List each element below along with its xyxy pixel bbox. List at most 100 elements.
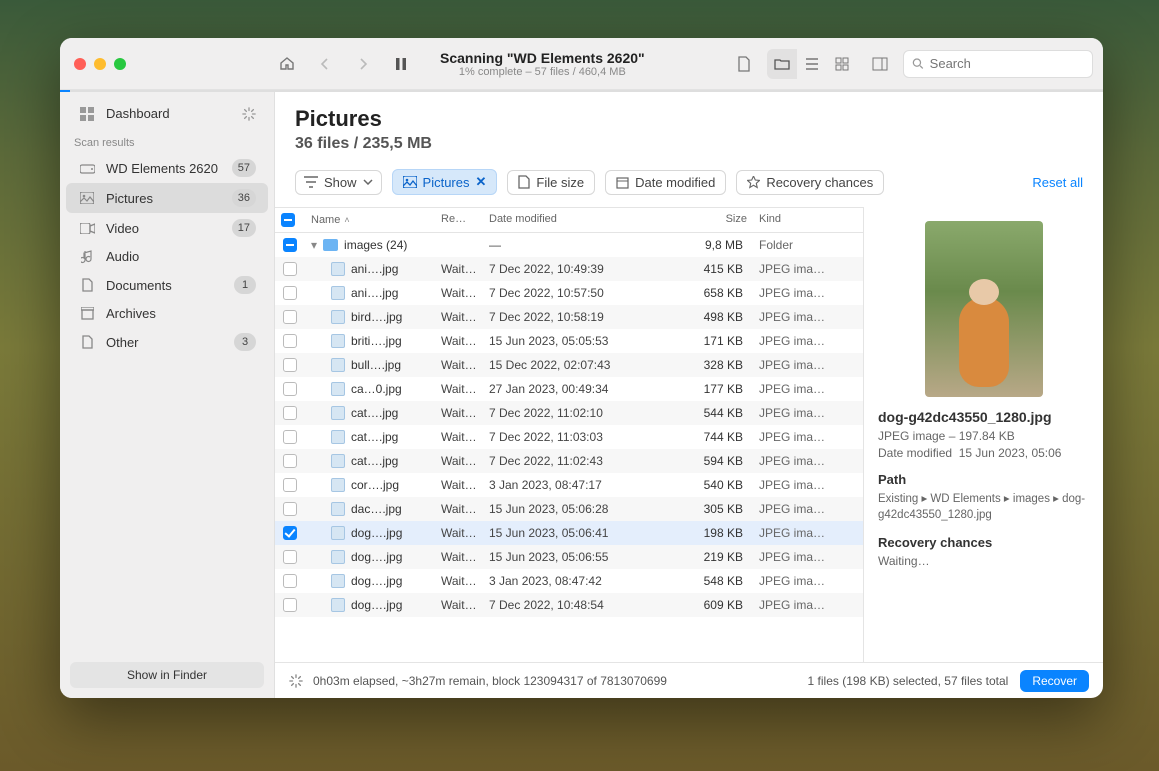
row-checkbox[interactable] — [283, 262, 297, 276]
picture-icon — [78, 192, 96, 204]
table-row[interactable]: ani….jpgWaiti…7 Dec 2022, 10:49:39415 KB… — [275, 257, 863, 281]
sidebar-item-video[interactable]: Video17 — [66, 213, 268, 243]
sidebar-item-documents[interactable]: Documents1 — [66, 270, 268, 300]
folder-icon — [323, 239, 338, 251]
table-row[interactable]: dog….jpgWaiti…7 Dec 2022, 10:48:54609 KB… — [275, 593, 863, 617]
disclosure-icon[interactable]: ▾ — [311, 238, 317, 252]
row-date: 15 Jun 2023, 05:05:53 — [483, 334, 643, 348]
search-input[interactable] — [930, 56, 1084, 71]
show-menu[interactable]: Show — [295, 170, 382, 195]
window-controls — [74, 58, 126, 70]
row-checkbox[interactable] — [283, 430, 297, 444]
sidebar-item-other[interactable]: Other3 — [66, 327, 268, 357]
select-all-checkbox[interactable] — [281, 213, 295, 227]
col-name[interactable]: Name ˄ — [305, 213, 435, 227]
row-checkbox[interactable] — [283, 406, 297, 420]
table-row[interactable]: ani….jpgWaiti…7 Dec 2022, 10:57:50658 KB… — [275, 281, 863, 305]
row-name: dog….jpg — [351, 526, 402, 540]
row-status: Waiti… — [435, 478, 483, 492]
col-check[interactable] — [275, 213, 305, 227]
row-date: 15 Jun 2023, 05:06:41 — [483, 526, 643, 540]
search-field[interactable] — [903, 50, 1093, 78]
sidebar: Dashboard Scan results WD Elements 26205… — [60, 92, 275, 698]
table-row[interactable]: bull….jpgWaiti…15 Dec 2022, 02:07:43328 … — [275, 353, 863, 377]
view-folders-button[interactable] — [767, 49, 797, 79]
col-date[interactable]: Date modified — [483, 213, 643, 227]
table-row[interactable]: cor….jpgWaiti…3 Jan 2023, 08:47:17540 KB… — [275, 473, 863, 497]
sidebar-item-pictures[interactable]: Pictures36 — [66, 183, 268, 213]
table-row[interactable]: cat….jpgWaiti…7 Dec 2022, 11:03:03744 KB… — [275, 425, 863, 449]
chip-pictures[interactable]: Pictures ✕ — [392, 169, 498, 195]
table-row[interactable]: bird….jpgWaiti…7 Dec 2022, 10:58:19498 K… — [275, 305, 863, 329]
row-checkbox[interactable] — [283, 574, 297, 588]
row-checkbox[interactable] — [283, 334, 297, 348]
table-row[interactable]: cat….jpgWaiti…7 Dec 2022, 11:02:43594 KB… — [275, 449, 863, 473]
sidebar-item-audio[interactable]: Audio — [66, 243, 268, 270]
col-size[interactable]: Size — [643, 213, 753, 227]
recover-button[interactable]: Recover — [1020, 670, 1089, 692]
toggle-sidebar-button[interactable] — [865, 49, 895, 79]
pause-button[interactable] — [386, 49, 416, 79]
table-row[interactable]: ca…0.jpgWaiti…27 Jan 2023, 00:49:34177 K… — [275, 377, 863, 401]
row-checkbox[interactable] — [283, 550, 297, 564]
home-button[interactable] — [272, 49, 302, 79]
sidebar-item-label: Other — [106, 335, 224, 350]
filter-icon — [304, 176, 318, 188]
reset-filters[interactable]: Reset all — [1032, 175, 1083, 190]
sidebar-item-wd-elements-2620[interactable]: WD Elements 262057 — [66, 153, 268, 183]
row-size: 544 KB — [643, 406, 753, 420]
row-status: Waiti… — [435, 574, 483, 588]
row-name: ani….jpg — [351, 262, 398, 276]
folder-row[interactable]: ▾images (24)—9,8 MBFolder — [275, 233, 863, 257]
file-icon — [331, 478, 345, 492]
table-row[interactable]: dog….jpgWaiti…3 Jan 2023, 08:47:42548 KB… — [275, 569, 863, 593]
chip-pictures-remove[interactable]: ✕ — [476, 174, 487, 190]
forward-button[interactable] — [348, 49, 378, 79]
row-checkbox[interactable] — [283, 238, 297, 252]
row-name: briti….jpg — [351, 334, 402, 348]
view-list-button[interactable] — [797, 49, 827, 79]
view-grid-button[interactable] — [827, 49, 857, 79]
row-checkbox[interactable] — [283, 286, 297, 300]
chip-file-size[interactable]: File size — [507, 170, 595, 195]
sidebar-item-label: Pictures — [106, 191, 222, 206]
row-checkbox[interactable] — [283, 382, 297, 396]
col-kind[interactable]: Kind — [753, 213, 843, 227]
row-status: Waiti… — [435, 598, 483, 612]
app-window: Scanning "WD Elements 2620" 1% complete … — [60, 38, 1103, 698]
row-checkbox[interactable] — [283, 358, 297, 372]
row-date: 7 Dec 2022, 11:03:03 — [483, 430, 643, 444]
details-path-label: Path — [878, 472, 1089, 487]
row-checkbox[interactable] — [283, 502, 297, 516]
sidebar-dashboard[interactable]: Dashboard — [66, 100, 268, 127]
row-checkbox[interactable] — [283, 310, 297, 324]
row-size: 198 KB — [643, 526, 753, 540]
row-size: 548 KB — [643, 574, 753, 588]
row-checkbox[interactable] — [283, 478, 297, 492]
main-pane: Pictures 36 files / 235,5 MB Show Pictur… — [275, 92, 1103, 698]
show-in-finder-button[interactable]: Show in Finder — [70, 662, 264, 688]
minimize-button[interactable] — [94, 58, 106, 70]
sidebar-item-archives[interactable]: Archives — [66, 300, 268, 327]
row-checkbox[interactable] — [283, 598, 297, 612]
back-button[interactable] — [310, 49, 340, 79]
table-row[interactable]: dog….jpgWaiti…15 Jun 2023, 05:06:55219 K… — [275, 545, 863, 569]
table-row[interactable]: dog….jpgWaiti…15 Jun 2023, 05:06:41198 K… — [275, 521, 863, 545]
row-checkbox[interactable] — [283, 454, 297, 468]
chip-recovery[interactable]: Recovery chances — [736, 170, 884, 195]
row-name: cat….jpg — [351, 406, 398, 420]
table-row[interactable]: cat….jpgWaiti…7 Dec 2022, 11:02:10544 KB… — [275, 401, 863, 425]
row-date: 7 Dec 2022, 10:58:19 — [483, 310, 643, 324]
table-row[interactable]: briti….jpgWaiti…15 Jun 2023, 05:05:53171… — [275, 329, 863, 353]
table-row[interactable]: dac….jpgWaiti…15 Jun 2023, 05:06:28305 K… — [275, 497, 863, 521]
maximize-button[interactable] — [114, 58, 126, 70]
col-recovery[interactable]: Re…es — [435, 213, 483, 227]
row-name: ani….jpg — [351, 286, 398, 300]
close-button[interactable] — [74, 58, 86, 70]
chip-date-modified[interactable]: Date modified — [605, 170, 726, 195]
row-checkbox[interactable] — [283, 526, 297, 540]
row-kind: JPEG ima… — [753, 502, 843, 516]
spinner-icon — [242, 107, 256, 121]
new-file-button[interactable] — [729, 49, 759, 79]
row-size: 171 KB — [643, 334, 753, 348]
